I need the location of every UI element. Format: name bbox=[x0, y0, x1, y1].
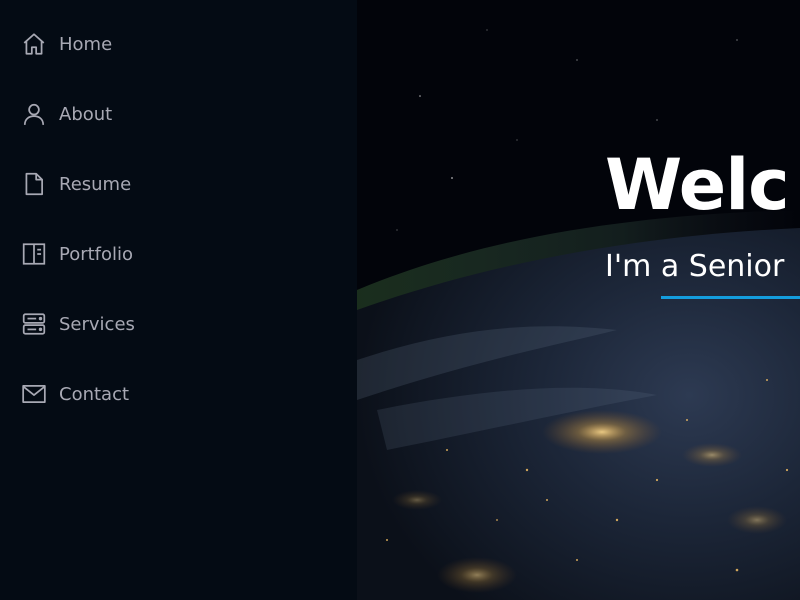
hero-subtitle: I'm a Senior bbox=[605, 249, 785, 284]
sidebar-item-label: Services bbox=[59, 313, 135, 335]
file-icon bbox=[20, 170, 48, 198]
person-icon bbox=[20, 100, 48, 128]
sidebar-item-resume[interactable]: Resume bbox=[20, 169, 131, 199]
sidebar-item-label: About bbox=[59, 103, 113, 125]
server-icon bbox=[20, 310, 48, 338]
sidebar-item-label: Home bbox=[59, 33, 113, 55]
sidebar-item-label: Resume bbox=[59, 173, 132, 195]
envelope-icon bbox=[20, 380, 48, 408]
hero-section: Welc I'm a Senior bbox=[357, 0, 800, 600]
sidebar-item-label: Portfolio bbox=[59, 243, 134, 265]
home-icon bbox=[20, 30, 48, 58]
sidebar-item-home[interactable]: Home bbox=[20, 29, 112, 59]
sidebar-item-portfolio[interactable]: Portfolio bbox=[20, 239, 133, 269]
earth-at-night-background bbox=[357, 0, 800, 600]
sidebar-item-label: Contact bbox=[59, 383, 130, 405]
book-half-icon bbox=[20, 240, 48, 268]
typed-underline bbox=[661, 296, 800, 299]
sidebar-item-contact[interactable]: Contact bbox=[20, 379, 129, 409]
page: Home About Resume Portfolio Services Con… bbox=[0, 0, 800, 600]
sidebar-item-services[interactable]: Services bbox=[20, 309, 135, 339]
sidebar-item-about[interactable]: About bbox=[20, 99, 112, 129]
hero-title: Welc bbox=[605, 144, 790, 226]
sidebar-nav: Home About Resume Portfolio Services Con… bbox=[0, 0, 357, 600]
